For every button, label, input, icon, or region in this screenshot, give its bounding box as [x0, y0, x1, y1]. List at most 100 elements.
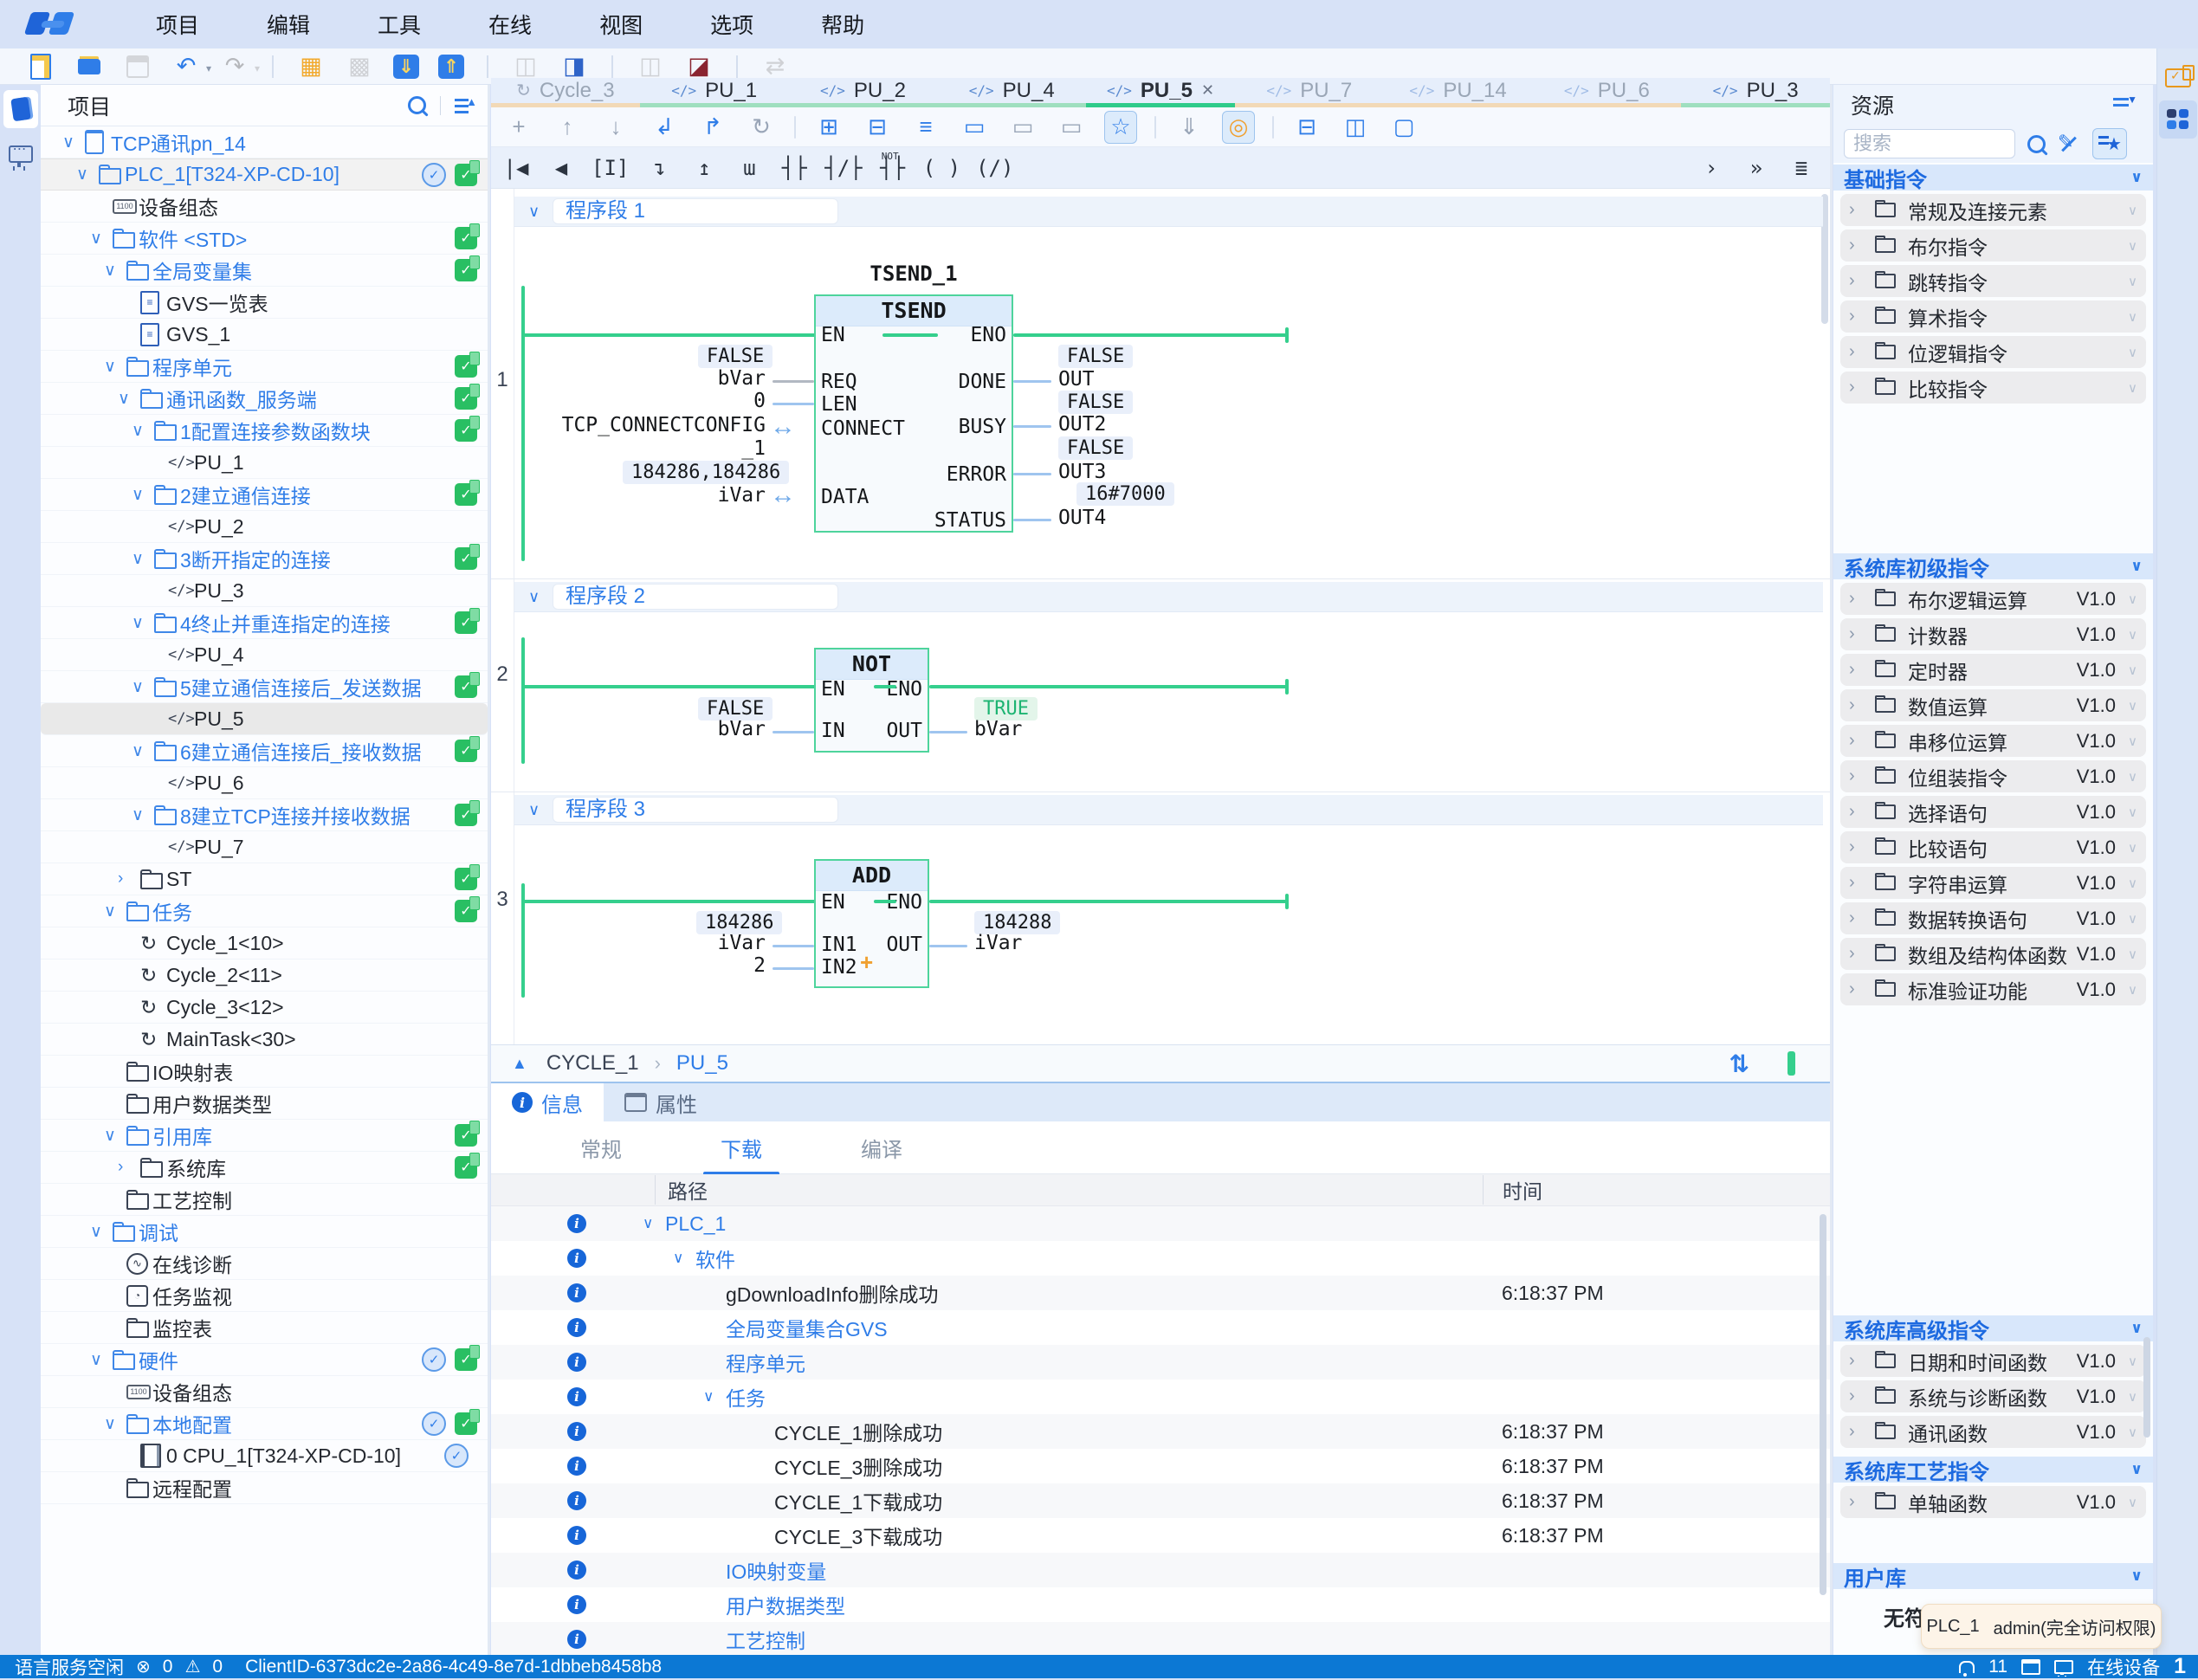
operand[interactable]: OUT3 [1058, 461, 1106, 483]
network-header[interactable]: ∨ 程序段 3 [514, 795, 1823, 825]
chevron-icon[interactable]: ∨ [62, 132, 85, 152]
error-count[interactable]: 0 [163, 1657, 173, 1677]
chevron-right-icon[interactable]: › [1849, 979, 1875, 999]
chevron-right-icon[interactable]: › [1849, 873, 1875, 893]
insert-box-icon[interactable]: [I] [592, 152, 629, 184]
project-explorer-icon[interactable] [3, 90, 38, 128]
log-row[interactable]: i gDownloadInfo删除成功 6:18:37 PM [491, 1276, 1830, 1310]
tree-item[interactable]: ∨ 5建立通信连接后_发送数据 ✓ ✓ [41, 671, 488, 703]
menu-item[interactable]: 编辑 [258, 5, 319, 43]
favorite-icon[interactable]: ☆ [1104, 111, 1137, 144]
chevron-icon[interactable]: ∨ [104, 1414, 126, 1434]
version-dropdown-icon[interactable]: ∨ [2128, 274, 2137, 289]
version-dropdown-icon[interactable]: ∨ [2128, 380, 2137, 396]
menu-item[interactable]: 选项 [701, 5, 762, 43]
chevron-right-icon[interactable]: › [1849, 378, 1875, 397]
info-scrollbar[interactable] [1820, 1214, 1826, 1595]
find-icon[interactable]: ◎ [1222, 111, 1255, 144]
error-icon[interactable]: ⊗ [136, 1656, 151, 1677]
group-header[interactable]: 基础指令∨ [1833, 165, 2153, 191]
resource-scrollbar[interactable] [2143, 1337, 2150, 1438]
tree-item[interactable]: IO映射表 ✓ ✓ [41, 1056, 488, 1088]
chevron-icon[interactable]: ∨ [104, 357, 126, 377]
sort-icon[interactable] [2113, 96, 2136, 113]
contact-icon[interactable]: ┤├ [779, 152, 809, 184]
version-dropdown-icon[interactable]: ∨ [2128, 345, 2137, 360]
tree-item[interactable]: ∨ 调试 ✓ ✓ [41, 1216, 488, 1248]
instruction-folder[interactable]: › 比较指令∨ [1840, 372, 2146, 404]
editor-tab[interactable]: PU_3 [1681, 78, 1830, 107]
instruction-folder[interactable]: › 位组装指令V1.0∨ [1840, 760, 2146, 792]
tree-item[interactable]: ∨ 软件 <STD> ✓ ✓ [41, 223, 488, 255]
tree-item[interactable]: PU_4 ✓ ✓ [41, 639, 488, 671]
column-path[interactable]: 路径 [655, 1175, 708, 1205]
insert-network-below-icon[interactable]: ⊟ [862, 112, 893, 143]
tree-item[interactable]: PU_2 ✓ ✓ [41, 511, 488, 543]
download-icon[interactable]: ⇓ [393, 55, 419, 79]
tree-item[interactable]: ∨ 1配置连接参数函数块 ✓ ✓ [41, 415, 488, 447]
tree-item[interactable]: ∨ PLC_1[T324-XP-CD-10] ✓ ✓ [41, 158, 488, 191]
network-header[interactable]: ∨ 程序段 2 [514, 582, 1823, 612]
go-next-icon[interactable]: › [1697, 152, 1726, 184]
chevron-right-icon[interactable]: › [1849, 944, 1875, 964]
log-row[interactable]: i 用户数据类型 [491, 1587, 1830, 1622]
group-header[interactable]: 系统库工艺指令∨ [1833, 1457, 2153, 1483]
chevron-down-icon[interactable]: ∨ [2130, 169, 2143, 186]
tree-item[interactable]: 在线诊断 ✓ ✓ [41, 1248, 488, 1280]
chevron-right-icon[interactable]: › [1849, 660, 1875, 680]
favorites-filter-icon[interactable]: ★ [2092, 128, 2127, 159]
move-up-icon[interactable]: ↑ [552, 112, 583, 143]
tree-item[interactable]: 工艺控制 ✓ ✓ [41, 1184, 488, 1216]
insert-network-above-icon[interactable]: ⊞ [813, 112, 844, 143]
info-subtab[interactable]: 常规 [575, 1121, 627, 1175]
group-header[interactable]: 用户库∨ [1833, 1563, 2153, 1589]
chevron-right-icon[interactable]: › [1849, 908, 1875, 928]
open-project-icon[interactable] [74, 52, 104, 81]
chevron-down-icon[interactable]: ∨ [528, 588, 553, 606]
export-network-icon[interactable]: ↱ [697, 112, 728, 143]
operand[interactable]: iVar [578, 932, 766, 954]
separator[interactable] [611, 55, 613, 78]
log-row[interactable]: i CYCLE_3下载成功 6:18:37 PM [491, 1518, 1830, 1553]
tree-item[interactable]: ∨ 8建立TCP连接并接收数据 ✓ ✓ [41, 799, 488, 831]
chevron-icon[interactable]: ∨ [90, 1350, 113, 1370]
operand[interactable]: OUT2 [1058, 413, 1106, 436]
compile-all-icon[interactable]: ▩ [345, 52, 374, 81]
chevron-icon[interactable]: ∨ [703, 1388, 726, 1405]
instruction-folder[interactable]: › 布尔指令∨ [1840, 229, 2146, 262]
operand[interactable]: bVar [578, 718, 766, 740]
chevron-icon[interactable]: ∨ [132, 485, 154, 505]
edit-tools-icon[interactable] [2058, 132, 2080, 155]
tree-item[interactable]: 用户数据类型 ✓ ✓ [41, 1088, 488, 1120]
separator[interactable] [487, 55, 488, 78]
log-row[interactable]: i 工艺控制 [491, 1622, 1830, 1656]
version-dropdown-icon[interactable]: ∨ [2128, 911, 2137, 927]
online-monitor-icon[interactable]: ◫ [636, 52, 665, 81]
editor-tab[interactable]: Cycle_3 [491, 78, 640, 107]
separator[interactable] [272, 55, 274, 78]
version-dropdown-icon[interactable]: ∨ [2128, 698, 2137, 714]
operand[interactable]: iVar [578, 484, 766, 507]
operand[interactable]: 2 [578, 954, 766, 977]
online-device-icon[interactable] [2054, 1660, 2073, 1674]
tree-item[interactable]: 远程配置 ✓ ✓ [41, 1472, 488, 1504]
version-dropdown-icon[interactable]: ∨ [2128, 1389, 2137, 1405]
instruction-folder[interactable]: › 数据转换语句V1.0∨ [1840, 902, 2146, 934]
monitor-icon[interactable]: ◫ [511, 52, 540, 81]
warning-icon[interactable]: ⚠ [184, 1656, 200, 1677]
collapse-panel-icon[interactable]: ▲ [512, 1055, 527, 1073]
editor-tab[interactable]: PU_2 [789, 78, 938, 107]
operand[interactable]: OUT [1058, 368, 1095, 391]
menu-item[interactable]: 在线 [480, 5, 540, 43]
instruction-folder[interactable]: › 数值运算V1.0∨ [1840, 689, 2146, 721]
contact-nc-icon[interactable]: ┤/├ [824, 152, 862, 184]
editor-tab[interactable]: PU_7 [1235, 78, 1384, 107]
menu-item[interactable]: 工具 [369, 5, 430, 43]
tree-item[interactable]: ∨ 硬件 ✓ ✓ [41, 1344, 488, 1376]
redo-icon[interactable]: ↷ [220, 52, 249, 81]
version-dropdown-icon[interactable]: ∨ [2128, 627, 2137, 643]
chevron-right-icon[interactable]: › [1849, 802, 1875, 822]
ladder-settings-icon[interactable]: ≣ [1787, 152, 1816, 184]
coil-negated-icon[interactable]: (/) [976, 152, 1013, 184]
editor-tab[interactable]: PU_5 ✕ [1086, 78, 1235, 107]
